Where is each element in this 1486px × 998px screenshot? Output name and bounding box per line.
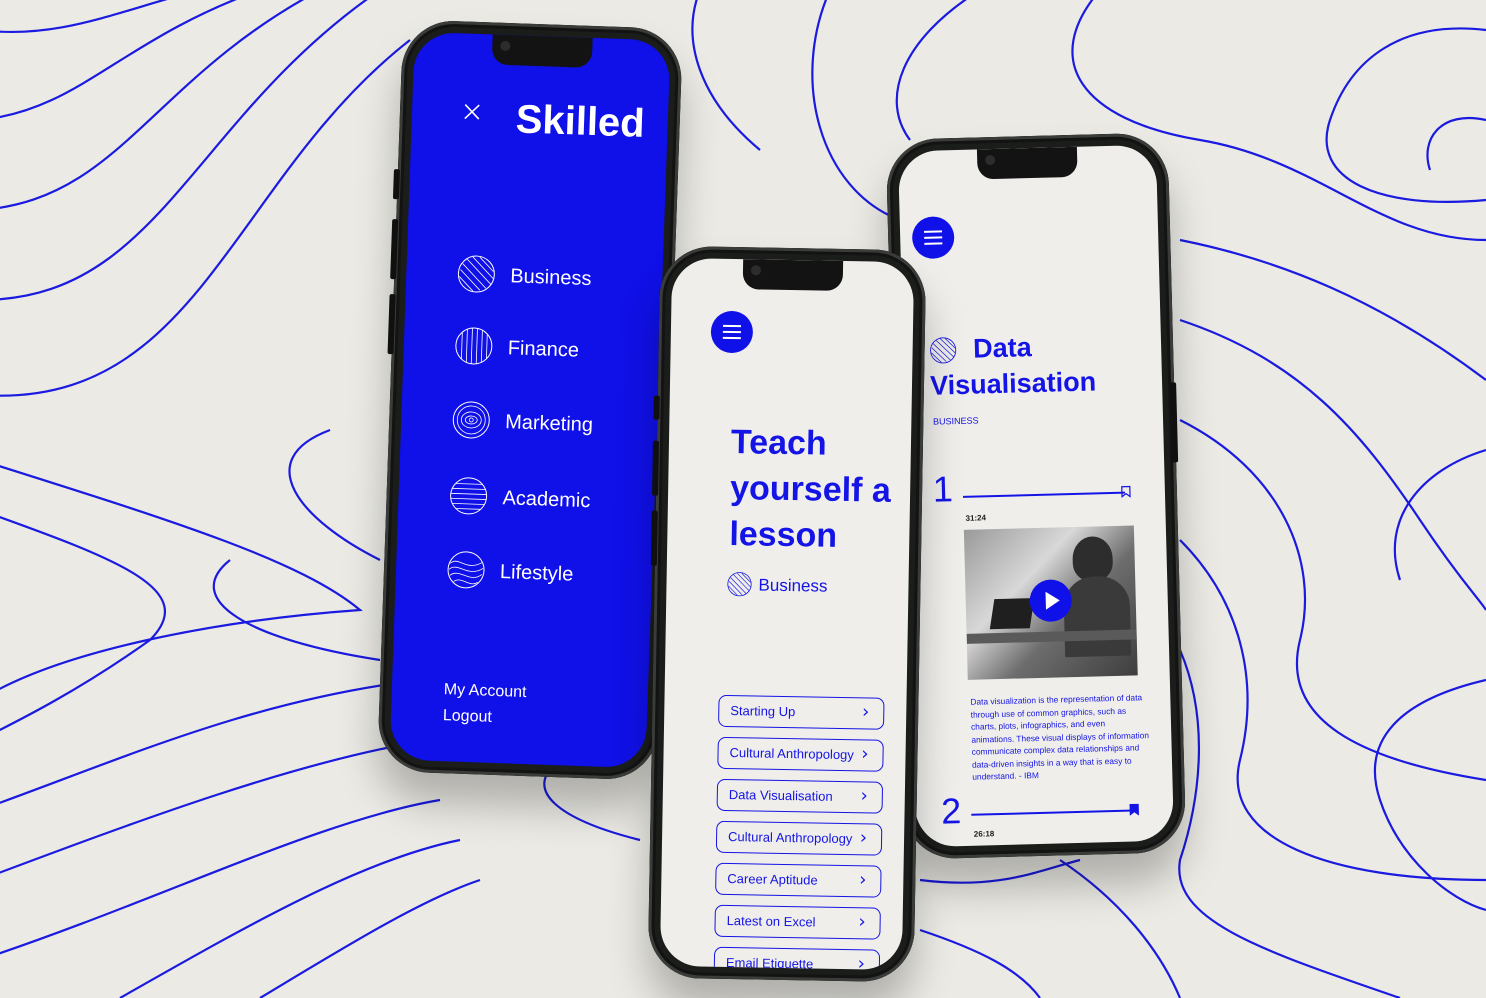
lesson-label: Cultural Anthropology	[727, 829, 853, 847]
person-silhouette	[1072, 536, 1114, 582]
notch	[491, 34, 593, 68]
category-tag: BUSINESS	[932, 415, 979, 427]
close-icon[interactable]	[462, 101, 483, 122]
category-finance[interactable]: Finance	[453, 325, 645, 382]
category-label: Academic	[502, 487, 591, 513]
hamburger-menu-icon[interactable]	[710, 310, 754, 354]
lesson-1-number: 1	[932, 468, 954, 510]
phone-detail: Data Visualisation BUSINESS 1 31:24 Data…	[885, 132, 1187, 860]
lesson-button-career-aptitude[interactable]: Career Aptitude ›	[715, 862, 882, 898]
volume-down-button	[650, 510, 658, 566]
person-body	[1063, 575, 1132, 658]
category-label: Marketing	[504, 411, 594, 437]
lesson-label: Data Visualisation	[728, 787, 833, 804]
lesson-button-latest-on-excel[interactable]: Latest on Excel ›	[714, 904, 881, 940]
bookmark-icon[interactable]	[1121, 485, 1131, 498]
lesson-button-data-visualisation[interactable]: Data Visualisation ›	[716, 778, 884, 814]
category-lifestyle[interactable]: Lifestyle	[445, 549, 637, 606]
lesson-description: Data visualization is the representation…	[970, 692, 1150, 782]
volume-down-button	[387, 294, 396, 355]
lesson-title-line-2: Visualisation	[929, 366, 1097, 401]
my-account-link[interactable]: My Account	[444, 681, 527, 702]
detail-screen: Data Visualisation BUSINESS 1 31:24 Data…	[897, 144, 1175, 848]
chevron-right-icon: ›	[858, 911, 866, 933]
heading-line-3: lesson	[729, 514, 838, 555]
category-label: Business	[509, 265, 592, 291]
lesson-label: Starting Up	[730, 703, 796, 720]
lesson-button-email-etiquette[interactable]: Email Etiquette ›	[713, 946, 881, 971]
lesson-1-divider	[962, 491, 1125, 498]
lesson-button-cultural-anthropology[interactable]: Cultural Anthropology ›	[717, 736, 884, 772]
heading-line-1: Teach	[730, 422, 828, 463]
chevron-right-icon: ›	[861, 701, 870, 723]
heading-line-2: yourself a	[729, 468, 892, 510]
category-marketing[interactable]: Marketing	[450, 399, 642, 456]
category-label: Finance	[507, 337, 580, 362]
play-icon	[1045, 591, 1060, 610]
category-business[interactable]: Business	[455, 253, 647, 310]
hamburger-menu-icon[interactable]	[911, 216, 955, 260]
laptop	[989, 598, 1035, 630]
chevron-right-icon: ›	[857, 953, 866, 971]
striped-sphere-icon	[457, 255, 495, 293]
category-label: Lifestyle	[499, 561, 574, 586]
chevron-right-icon: ›	[861, 743, 869, 765]
notch	[742, 259, 844, 291]
lesson-list-screen: Teach yourself a lesson Business Startin…	[659, 257, 915, 971]
lesson-label: Latest on Excel	[726, 912, 816, 930]
chevron-right-icon: ›	[860, 785, 869, 807]
side-button	[392, 169, 400, 200]
category-label: Business	[758, 575, 828, 596]
volume-up-button	[390, 219, 399, 280]
category-academic[interactable]: Academic	[448, 475, 640, 532]
phone-menu: Skilled Business Finance Marketing Acade…	[376, 19, 684, 781]
horizontal-lined-sphere-icon	[450, 477, 488, 515]
chevron-right-icon: ›	[858, 869, 867, 891]
phone-lessons: Teach yourself a lesson Business Startin…	[647, 245, 927, 983]
logout-link[interactable]: Logout	[443, 707, 493, 727]
lesson-label: Career Aptitude	[727, 871, 818, 888]
notch	[976, 146, 1078, 180]
lesson-2-divider	[971, 809, 1134, 816]
lesson-2-duration: 26:18	[973, 829, 995, 839]
lesson-title-line-1: Data	[972, 332, 1033, 364]
striped-sphere-icon	[930, 337, 957, 364]
bookmark-filled-icon[interactable]	[1129, 803, 1140, 816]
play-button[interactable]	[1029, 579, 1073, 623]
lesson-label: Email Etiquette	[725, 954, 814, 971]
vertical-lined-sphere-icon	[455, 327, 493, 365]
lesson-button-starting-up[interactable]: Starting Up ›	[718, 694, 885, 730]
lesson-button-cultural-anthropology-2[interactable]: Cultural Anthropology ›	[715, 820, 883, 856]
swirl-sphere-icon	[452, 401, 490, 439]
volume-up-button	[652, 440, 660, 496]
chevron-right-icon: ›	[859, 827, 868, 849]
wave-sphere-icon	[447, 551, 485, 589]
lesson-1-duration: 31:24	[965, 513, 987, 523]
lesson-2-number: 2	[940, 790, 962, 832]
menu-screen: Skilled Business Finance Marketing Acade…	[389, 31, 671, 769]
app-logo: Skilled	[515, 97, 646, 146]
striped-sphere-icon	[727, 572, 752, 597]
lesson-label: Cultural Anthropology	[729, 745, 854, 763]
side-button	[653, 395, 660, 420]
